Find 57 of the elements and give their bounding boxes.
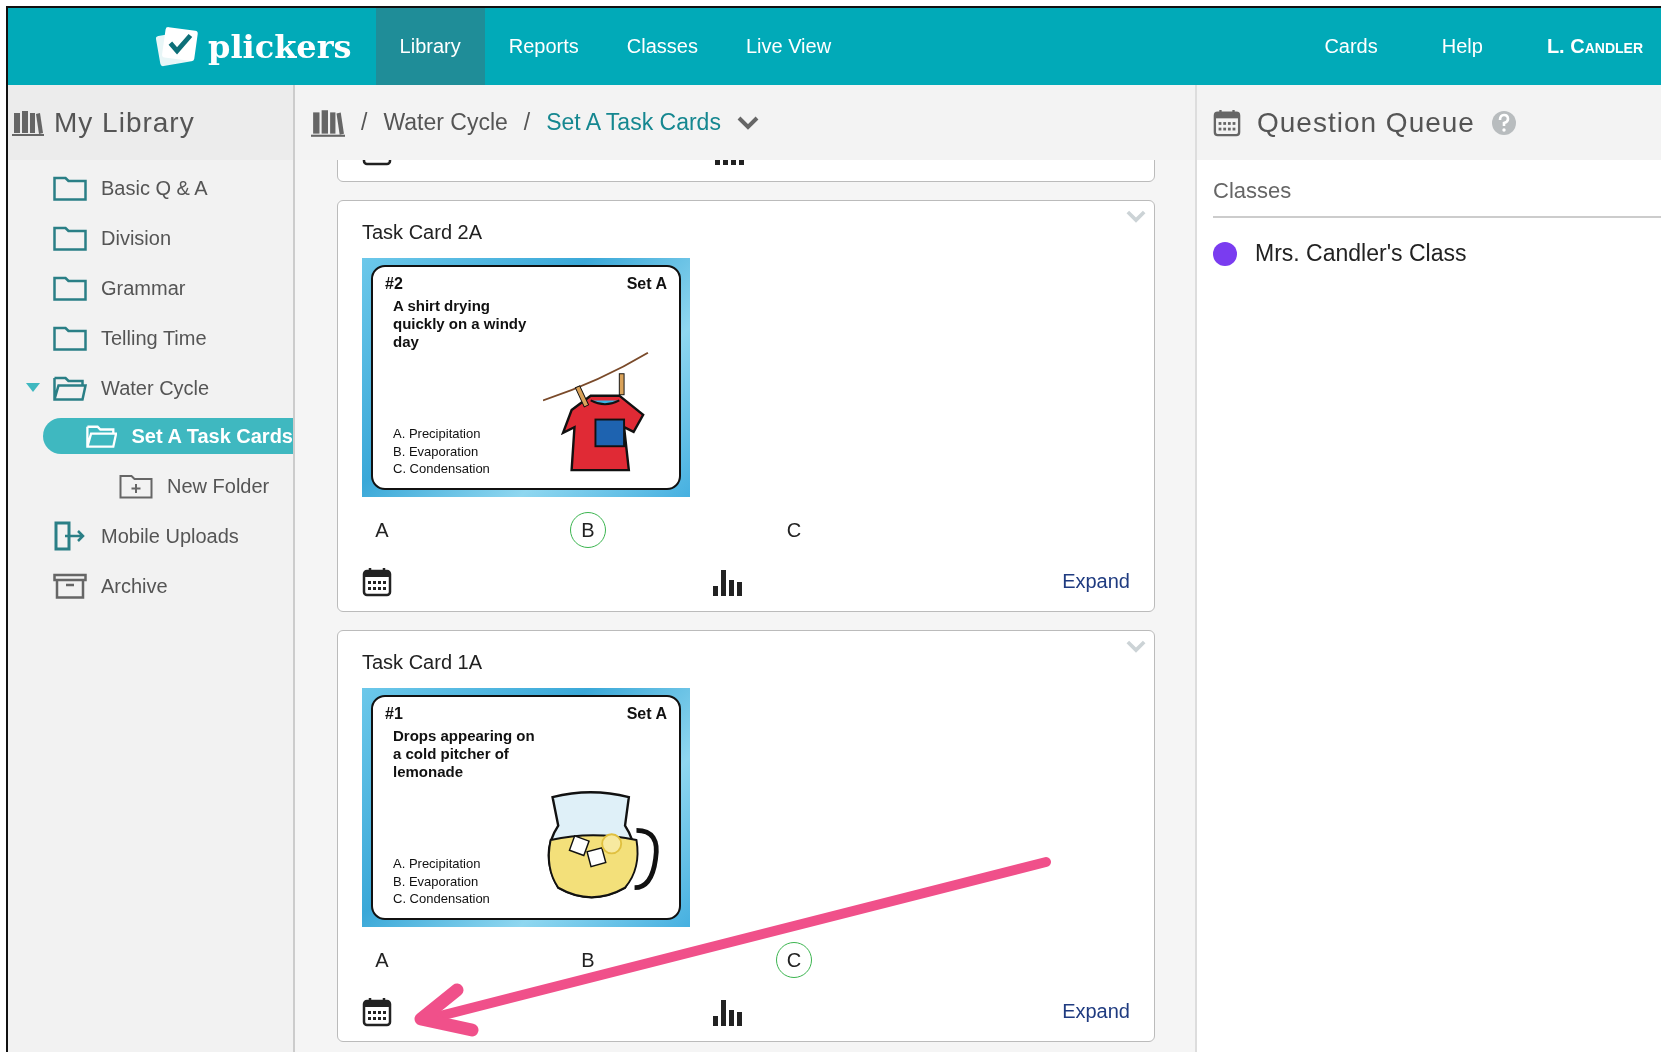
sidebar-item[interactable]: Telling Time (8, 318, 293, 358)
nav-tab[interactable]: Library (375, 8, 485, 85)
answer-choice: A (374, 517, 390, 543)
sidebar-item[interactable]: Water Cycle (8, 368, 293, 408)
set-label: Set A (626, 704, 667, 723)
folder-icon (53, 325, 87, 351)
expand-link[interactable]: Expand (1062, 570, 1130, 593)
phone-upload-icon (53, 521, 87, 551)
brand-name: plickers (208, 27, 352, 66)
bar-chart-icon[interactable] (712, 567, 743, 596)
books-icon[interactable] (311, 107, 345, 138)
sidebar-item[interactable]: Division (8, 218, 293, 258)
sidebar-item[interactable]: Grammar (8, 268, 293, 308)
open-folder-icon (86, 423, 118, 449)
set-label: Set A (626, 274, 667, 293)
open-folder-icon (53, 375, 87, 401)
breadcrumb-link[interactable]: Set A Task Cards (546, 109, 721, 136)
calendar-icon[interactable] (362, 996, 392, 1027)
answer-option: B. Evaporation (393, 442, 543, 461)
folder-icon (53, 275, 87, 301)
archive-box-icon (53, 573, 87, 599)
answer-option: A. Precipitation (393, 855, 543, 873)
folder-icon (53, 225, 87, 251)
class-name: Mrs. Candler's Class (1255, 240, 1467, 267)
sidebar-item[interactable]: Mobile Uploads (8, 516, 293, 556)
breadcrumb-link[interactable]: Water Cycle (383, 109, 508, 136)
card-number: #2 (385, 274, 403, 293)
answer-choice: A (374, 947, 390, 973)
answer-option: C. Condensation (393, 890, 543, 908)
caret-icon (26, 383, 40, 393)
folder-icon (53, 175, 87, 201)
books-icon (12, 108, 44, 137)
answer-choice: C (785, 517, 803, 543)
question-text: A shirt drying quickly on a windy day (393, 296, 528, 351)
answer-option: A. Precipitation (393, 425, 543, 443)
breadcrumb-separator: / (523, 109, 531, 136)
expand-link[interactable]: Expand (1062, 1000, 1130, 1023)
calendar-icon[interactable] (362, 566, 392, 597)
question-title: Task Card 2A (362, 221, 484, 245)
breadcrumb-separator: / (361, 109, 368, 136)
class-item[interactable]: Mrs. Candler's Class (1197, 218, 1661, 289)
sidebar-item[interactable]: Basic Q & A (8, 168, 293, 208)
bar-chart-icon[interactable] (712, 997, 743, 1026)
card-number: #1 (385, 704, 403, 723)
answer-option: B. Evaporation (393, 872, 543, 891)
question-title: Task Card 1A (362, 651, 484, 675)
chevron-down-icon[interactable] (736, 115, 759, 130)
question-text: Drops appearing on a cold pitcher of lemonade (393, 726, 536, 781)
queue-title: Question Queue (1257, 106, 1475, 139)
section-heading: Classes (1213, 160, 1661, 218)
sidebar-title: My Library (54, 106, 195, 139)
answer-option: C. Condensation (393, 460, 543, 478)
answer-choice: B (580, 947, 596, 973)
sidebar-item[interactable]: New Folder (8, 466, 293, 506)
calendar-icon (1213, 108, 1241, 137)
sidebar-item[interactable]: Archive (8, 566, 293, 606)
add-folder-icon (119, 473, 153, 499)
